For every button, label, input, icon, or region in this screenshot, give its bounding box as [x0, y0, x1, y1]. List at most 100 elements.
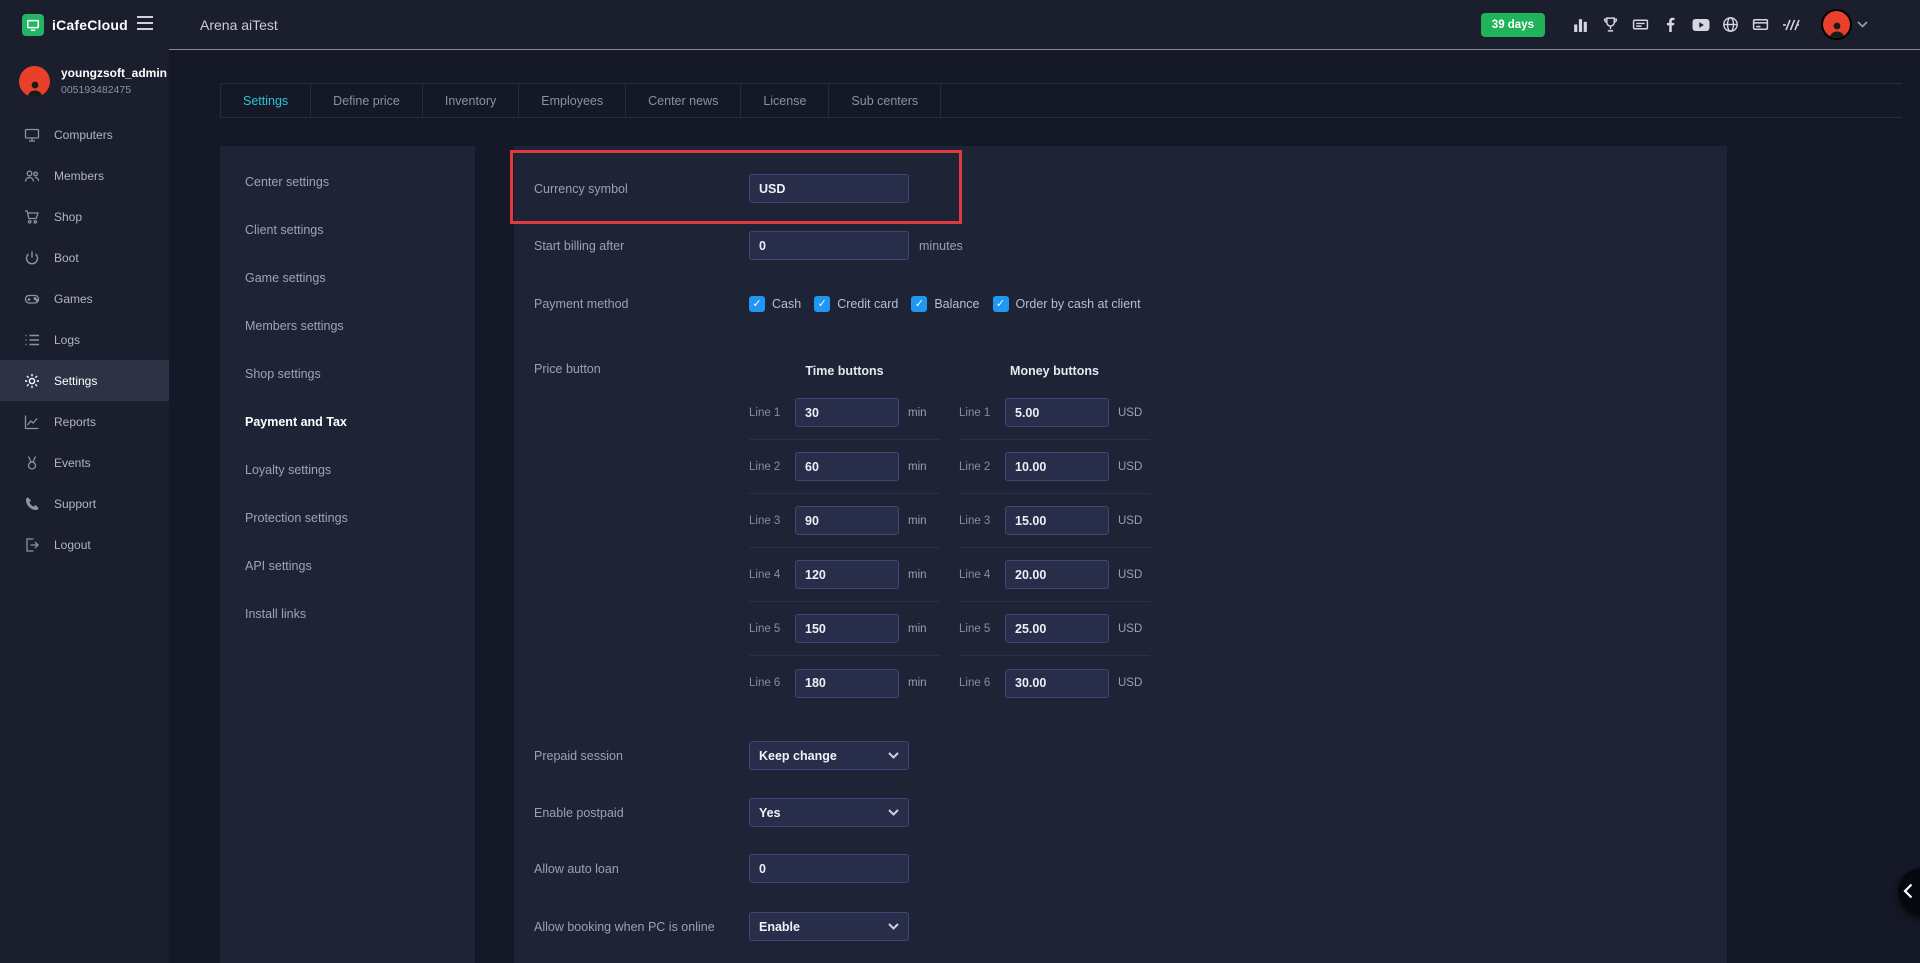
billing-icon[interactable]	[1751, 15, 1770, 34]
time-line-6-input[interactable]	[795, 669, 899, 698]
settings-nav-game-settings[interactable]: Game settings	[220, 254, 475, 302]
sidebar-item-boot[interactable]: Boot	[0, 237, 169, 278]
usd-unit-label: USD	[1118, 461, 1150, 473]
sidebar-username: youngzsoft_admin	[61, 66, 167, 80]
line-label: Line 3	[959, 515, 1005, 527]
tab-employees[interactable]: Employees	[519, 84, 626, 118]
settings-nav-api-settings[interactable]: API settings	[220, 542, 475, 590]
money-row-1: Line 1 USD	[959, 386, 1150, 440]
enable-postpaid-select[interactable]: Yes	[749, 798, 909, 827]
sidebar-item-shop[interactable]: Shop	[0, 196, 169, 237]
money-line-1-input[interactable]	[1005, 398, 1109, 427]
min-unit-label: min	[908, 461, 940, 473]
trophy-icon[interactable]	[1601, 15, 1620, 34]
settings-nav-payment-and-tax[interactable]: Payment and Tax	[220, 398, 475, 446]
time-line-2-input[interactable]	[795, 452, 899, 481]
tab-sub-centers[interactable]: Sub centers	[829, 84, 941, 118]
top-bar-actions: 39 days	[1481, 0, 1868, 49]
chevron-down-icon	[888, 923, 899, 930]
time-line-4-input[interactable]	[795, 560, 899, 589]
checked-checkbox-icon	[749, 296, 765, 312]
settings-nav-center-settings[interactable]: Center settings	[220, 158, 475, 206]
settings-nav-protection-settings[interactable]: Protection settings	[220, 494, 475, 542]
tab-license[interactable]: License	[741, 84, 829, 118]
allow-booking-select[interactable]: Enable	[749, 912, 909, 941]
payment-method-options: Cash Credit card Balance Order by cash a…	[749, 296, 1141, 312]
youtube-icon[interactable]	[1691, 15, 1710, 34]
sidebar-item-reports[interactable]: Reports	[0, 401, 169, 442]
user-avatar[interactable]	[1821, 9, 1852, 40]
facebook-icon[interactable]	[1661, 15, 1680, 34]
money-row-6: Line 6 USD	[959, 656, 1150, 710]
gear-icon	[24, 373, 40, 389]
sidebar-item-computers[interactable]: Computers	[0, 114, 169, 155]
sidebar-item-label: Support	[54, 497, 96, 511]
sidebar-item-games[interactable]: Games	[0, 278, 169, 319]
start-billing-input[interactable]	[749, 231, 909, 260]
money-line-6-input[interactable]	[1005, 669, 1109, 698]
time-line-5-input[interactable]	[795, 614, 899, 643]
sidebar-item-label: Logs	[54, 333, 80, 347]
currency-symbol-input[interactable]	[749, 174, 909, 203]
license-days-badge[interactable]: 39 days	[1481, 13, 1545, 37]
user-menu-chevron-down-icon[interactable]	[1857, 21, 1868, 28]
settings-nav-client-settings[interactable]: Client settings	[220, 206, 475, 254]
field-currency-symbol: Currency symbol	[534, 174, 1707, 203]
screen: iCafeCloud Arena aiTest 39 days	[0, 0, 1920, 963]
money-line-5-input[interactable]	[1005, 614, 1109, 643]
time-line-3-input[interactable]	[795, 506, 899, 535]
sidebar-item-support[interactable]: Support	[0, 483, 169, 524]
app-logo[interactable]: iCafeCloud	[22, 0, 128, 49]
logout-icon	[24, 537, 40, 553]
sidebar-nav: Computers Members Shop Boot Games Logs	[0, 114, 169, 565]
money-line-3-input[interactable]	[1005, 506, 1109, 535]
checkbox-balance[interactable]: Balance	[911, 296, 979, 312]
tab-center-news[interactable]: Center news	[626, 84, 741, 118]
boot-icon	[24, 250, 40, 266]
chevron-left-icon	[1903, 883, 1913, 899]
settings-nav-install-links[interactable]: Install links	[220, 590, 475, 638]
top-bar: iCafeCloud Arena aiTest 39 days	[0, 0, 1920, 49]
menu-toggle-icon[interactable]	[134, 14, 156, 34]
partners-icon[interactable]	[1781, 15, 1800, 34]
sidebar-user-card[interactable]: youngzsoft_admin 005193482475	[19, 66, 167, 97]
money-line-4-input[interactable]	[1005, 560, 1109, 589]
field-prepaid-session: Prepaid session Keep change	[534, 741, 1707, 770]
sidebar-item-members[interactable]: Members	[0, 155, 169, 196]
minutes-unit-label: minutes	[919, 239, 963, 253]
allow-auto-loan-input[interactable]	[749, 854, 909, 883]
tab-inventory[interactable]: Inventory	[423, 84, 519, 118]
users-icon	[24, 168, 40, 184]
settings-nav-shop-settings[interactable]: Shop settings	[220, 350, 475, 398]
checkbox-credit-card[interactable]: Credit card	[814, 296, 898, 312]
time-row-5: Line 5 min	[749, 602, 940, 656]
globe-icon[interactable]	[1721, 15, 1740, 34]
tab-settings[interactable]: Settings	[220, 84, 311, 118]
settings-nav-loyalty-settings[interactable]: Loyalty settings	[220, 446, 475, 494]
money-row-4: Line 4 USD	[959, 548, 1150, 602]
tab-define-price[interactable]: Define price	[311, 84, 423, 118]
settings-nav-members-settings[interactable]: Members settings	[220, 302, 475, 350]
line-label: Line 2	[749, 461, 795, 473]
checkbox-order-by-cash-at-client[interactable]: Order by cash at client	[993, 296, 1141, 312]
field-allow-auto-loan: Allow auto loan	[534, 854, 1707, 883]
min-unit-label: min	[908, 407, 940, 419]
sidebar-item-label: Logout	[54, 538, 91, 552]
money-line-2-input[interactable]	[1005, 452, 1109, 481]
checkbox-cash[interactable]: Cash	[749, 296, 801, 312]
sidebar-item-logout[interactable]: Logout	[0, 524, 169, 565]
gamepad-icon	[24, 291, 40, 307]
sidebar-item-settings[interactable]: Settings	[0, 360, 169, 401]
prepaid-session-select[interactable]: Keep change	[749, 741, 909, 770]
stats-icon[interactable]	[1571, 15, 1590, 34]
sidebar-item-events[interactable]: Events	[0, 442, 169, 483]
line-label: Line 4	[959, 569, 1005, 581]
checked-checkbox-icon	[911, 296, 927, 312]
sidebar-item-logs[interactable]: Logs	[0, 319, 169, 360]
line-label: Line 1	[959, 407, 1005, 419]
time-line-1-input[interactable]	[795, 398, 899, 427]
list-icon	[24, 332, 40, 348]
workstation-icon[interactable]	[1631, 15, 1650, 34]
app-name: iCafeCloud	[52, 17, 128, 33]
price-button-tables: Time buttons Line 1 min Line 2 min Line …	[749, 356, 1150, 710]
